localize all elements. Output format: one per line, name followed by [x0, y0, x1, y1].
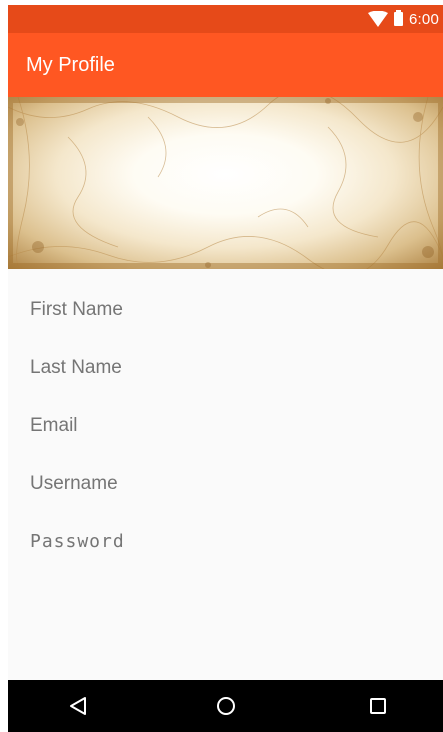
home-button[interactable]	[196, 680, 256, 732]
parchment-texture	[8, 97, 443, 269]
home-icon	[217, 697, 235, 715]
wifi-icon	[368, 11, 388, 27]
recents-button[interactable]	[348, 680, 408, 732]
email-field[interactable]: Email	[30, 415, 78, 437]
battery-icon	[394, 10, 403, 26]
back-button[interactable]	[48, 680, 108, 732]
first-name-field[interactable]: First Name	[30, 299, 123, 321]
page-title: My Profile	[26, 53, 115, 76]
last-name-field[interactable]: Last Name	[30, 357, 122, 379]
status-time: 6:00	[409, 10, 439, 28]
profile-header-image	[8, 97, 443, 269]
recents-icon	[370, 698, 386, 714]
username-field[interactable]: Username	[30, 473, 118, 495]
password-field[interactable]: Password	[30, 531, 125, 552]
phone-screen: 6:00 My Profile First Name Last Name Ema…	[8, 5, 443, 732]
status-bar: 6:00	[8, 5, 443, 33]
app-bar: My Profile	[8, 33, 443, 97]
navigation-bar	[8, 680, 443, 732]
back-icon	[70, 697, 86, 715]
status-icons: 6:00	[368, 5, 439, 33]
